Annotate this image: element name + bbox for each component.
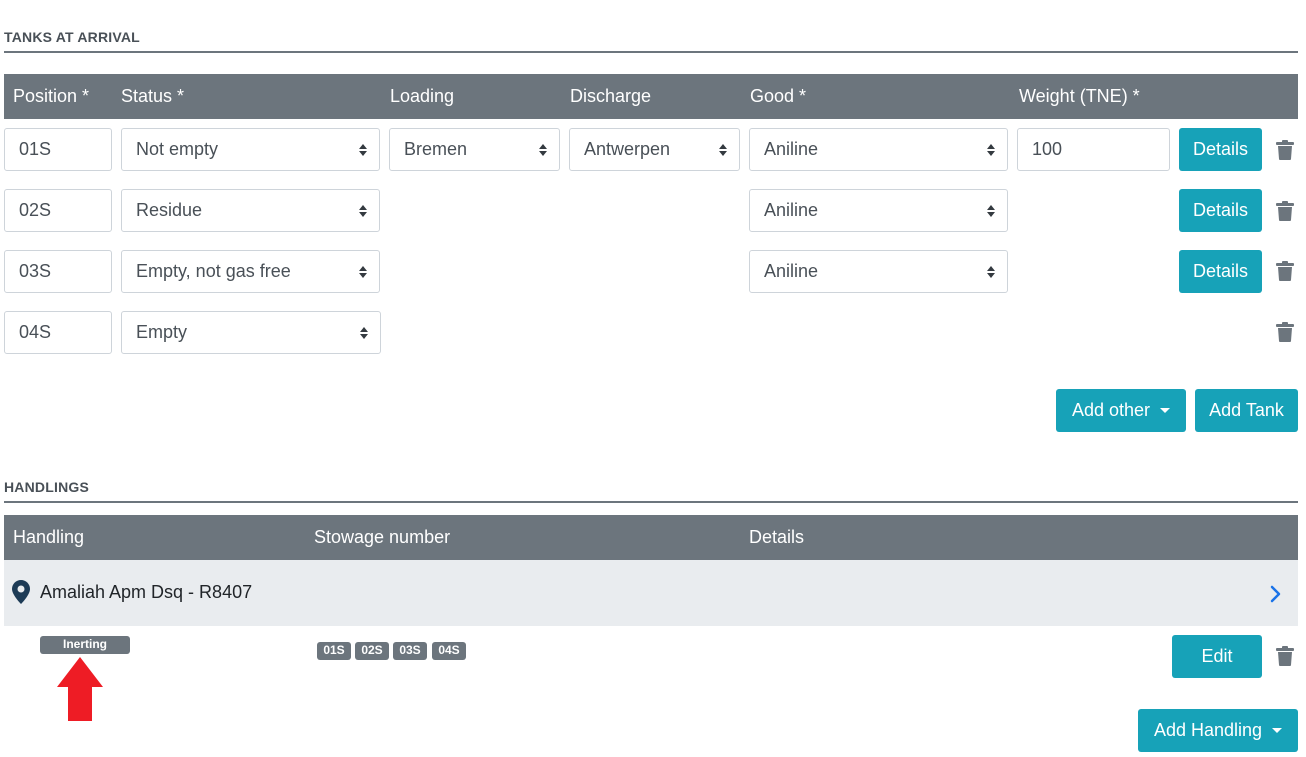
good-select-value: Aniline [764, 200, 819, 220]
good-select-value: Aniline [764, 139, 819, 159]
details-button[interactable]: Details [1179, 250, 1262, 293]
trash-icon[interactable] [1276, 646, 1294, 666]
status-select[interactable]: Residue [121, 189, 380, 232]
status-select[interactable]: Empty [121, 311, 381, 354]
good-select[interactable]: Aniline [749, 250, 1008, 293]
loading-select[interactable]: Bremen [389, 128, 560, 171]
good-select[interactable]: Aniline [749, 189, 1008, 232]
handling-location-row[interactable]: Amaliah Apm Dsq - R8407 [4, 560, 1298, 626]
trash-icon[interactable] [1276, 140, 1294, 160]
good-select[interactable]: Aniline [749, 128, 1008, 171]
stowage-badge: 04S [432, 642, 466, 660]
select-arrows-icon [359, 251, 367, 292]
position-input[interactable]: 02S [4, 189, 112, 232]
select-arrows-icon [360, 312, 368, 353]
edit-handling-button[interactable]: Edit [1172, 635, 1262, 678]
caret-down-icon [1272, 728, 1283, 733]
col-stowage-number: Stowage number [314, 527, 451, 547]
select-arrows-icon [719, 129, 727, 170]
stowage-badge: 03S [393, 642, 427, 660]
col-details: Details [749, 527, 805, 547]
tanks-section-title: TANKS AT ARRIVAL [4, 29, 1298, 53]
add-tank-button[interactable]: Add Tank [1195, 389, 1298, 432]
handling-type-badge: Inerting [40, 636, 130, 654]
trash-icon[interactable] [1276, 201, 1294, 221]
position-input[interactable]: 01S [4, 128, 112, 171]
position-input[interactable]: 03S [4, 250, 112, 293]
handlings-table-header: Handling Stowage number Details [4, 515, 1298, 560]
weight-input[interactable]: 100 [1017, 128, 1170, 171]
col-good: Good * [750, 86, 807, 106]
status-select-value: Empty [136, 322, 188, 342]
good-select-value: Aniline [764, 261, 819, 281]
stowage-badge: 02S [355, 642, 389, 660]
col-loading: Loading [390, 86, 455, 106]
details-button[interactable]: Details [1179, 189, 1262, 232]
add-handling-dropdown-button[interactable]: Add Handling [1138, 709, 1298, 752]
select-arrows-icon [987, 251, 995, 292]
status-select-value: Empty, not gas free [136, 261, 291, 281]
select-arrows-icon [359, 129, 367, 170]
col-weight: Weight (TNE) * [1019, 86, 1140, 106]
caret-down-icon [1160, 408, 1171, 413]
add-other-dropdown-button[interactable]: Add other [1056, 389, 1186, 432]
status-select[interactable]: Not empty [121, 128, 380, 171]
col-discharge: Discharge [570, 86, 652, 106]
select-arrows-icon [987, 190, 995, 231]
status-select-value: Residue [136, 200, 203, 220]
trash-icon[interactable] [1276, 322, 1294, 342]
annotation-arrow-up-icon [57, 657, 103, 721]
loading-select-value: Bremen [404, 139, 468, 159]
status-select[interactable]: Empty, not gas free [121, 250, 380, 293]
position-input[interactable]: 04S [4, 311, 112, 354]
handling-location-name: Amaliah Apm Dsq - R8407 [40, 582, 253, 602]
select-arrows-icon [359, 190, 367, 231]
discharge-select[interactable]: Antwerpen [569, 128, 740, 171]
trash-icon[interactable] [1276, 261, 1294, 281]
chevron-right-icon[interactable] [1270, 585, 1282, 603]
handlings-section-title: HANDLINGS [4, 479, 1298, 503]
select-arrows-icon [539, 129, 547, 170]
add-handling-label: Add Handling [1153, 720, 1263, 740]
col-handling: Handling [13, 527, 85, 547]
tanks-table-header: Position * Status * Loading Discharge Go… [4, 74, 1298, 119]
stowage-badge: 01S [317, 642, 351, 660]
add-other-label: Add other [1071, 400, 1151, 420]
details-button[interactable]: Details [1179, 128, 1262, 171]
col-status: Status * [121, 86, 185, 106]
map-pin-icon [12, 580, 30, 604]
select-arrows-icon [987, 129, 995, 170]
status-select-value: Not empty [136, 139, 219, 159]
discharge-select-value: Antwerpen [584, 139, 671, 159]
col-position: Position * [13, 86, 90, 106]
